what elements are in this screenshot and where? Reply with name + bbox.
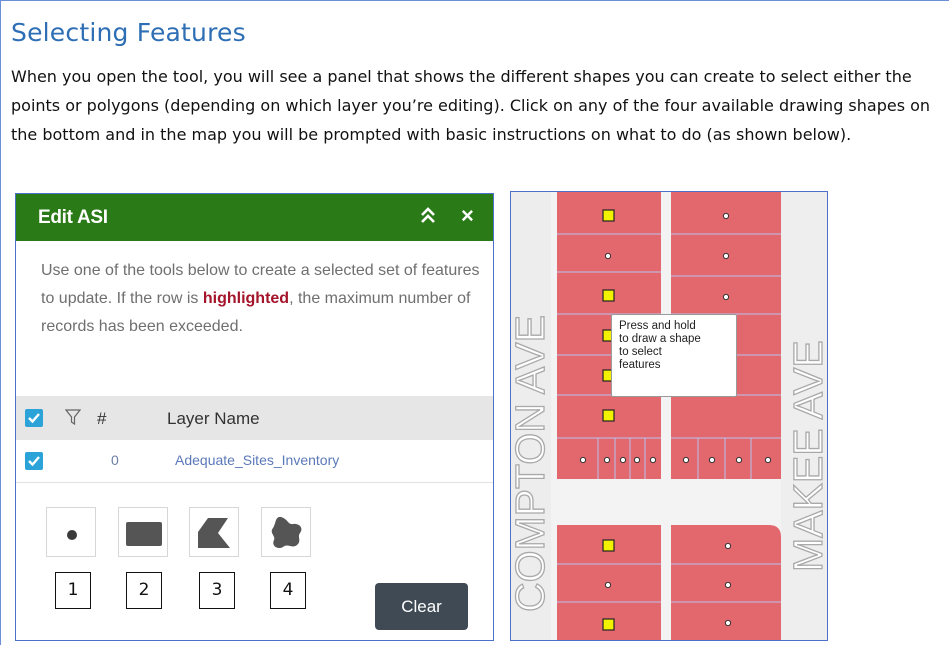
panel-title: Edit ASI (38, 207, 108, 228)
map-canvas: COMPTON AVE MAKEE AVE (511, 192, 828, 640)
layer-name-column-header: Layer Name (167, 409, 260, 428)
panel-description: Use one of the tools below to create a s… (41, 262, 480, 335)
table-row[interactable]: 0 Adequate_Sites_Inventory (16, 440, 493, 483)
instructions-paragraph: When you open the tool, you will see a p… (11, 67, 931, 144)
clear-button[interactable]: Clear (375, 583, 468, 630)
draw-instructions-tooltip: Press and hold to draw a shape to select… (611, 314, 737, 397)
tool-number-3: 3 (199, 572, 235, 609)
row-count: 0 (111, 452, 119, 468)
filter-icon[interactable] (64, 409, 82, 431)
row-layer-name[interactable]: Adequate_Sites_Inventory (175, 452, 339, 468)
polygon-icon (198, 518, 230, 548)
section-heading: Selecting Features (11, 18, 246, 47)
polygon-tool-button[interactable] (189, 507, 239, 557)
street-label-compton: COMPTON AVE (511, 315, 553, 612)
highlighted-word: highlighted (202, 290, 290, 307)
point-icon (67, 530, 77, 540)
rectangle-tool-button[interactable] (118, 507, 168, 557)
table-header: # Layer Name (16, 396, 493, 440)
panel-header: Edit ASI × (16, 194, 493, 241)
count-column-header: # (97, 409, 107, 428)
row-checkbox[interactable] (25, 452, 43, 470)
freehand-icon (271, 516, 302, 549)
tool-number-4: 4 (270, 572, 306, 609)
tool-number-2: 2 (126, 572, 162, 609)
freehand-tool-button[interactable] (261, 507, 311, 557)
collapse-icon[interactable] (417, 204, 439, 228)
map-view[interactable]: COMPTON AVE MAKEE AVE Press and hold to … (510, 191, 828, 641)
select-all-checkbox[interactable] (25, 409, 43, 427)
rectangle-icon (126, 522, 162, 546)
edit-asi-panel: Edit ASI × Use one of the tools below to… (15, 193, 494, 641)
point-tool-button[interactable] (46, 507, 96, 557)
street-label-makee: MAKEE AVE (785, 340, 828, 572)
close-icon[interactable]: × (461, 203, 474, 229)
tool-number-1: 1 (55, 572, 91, 609)
